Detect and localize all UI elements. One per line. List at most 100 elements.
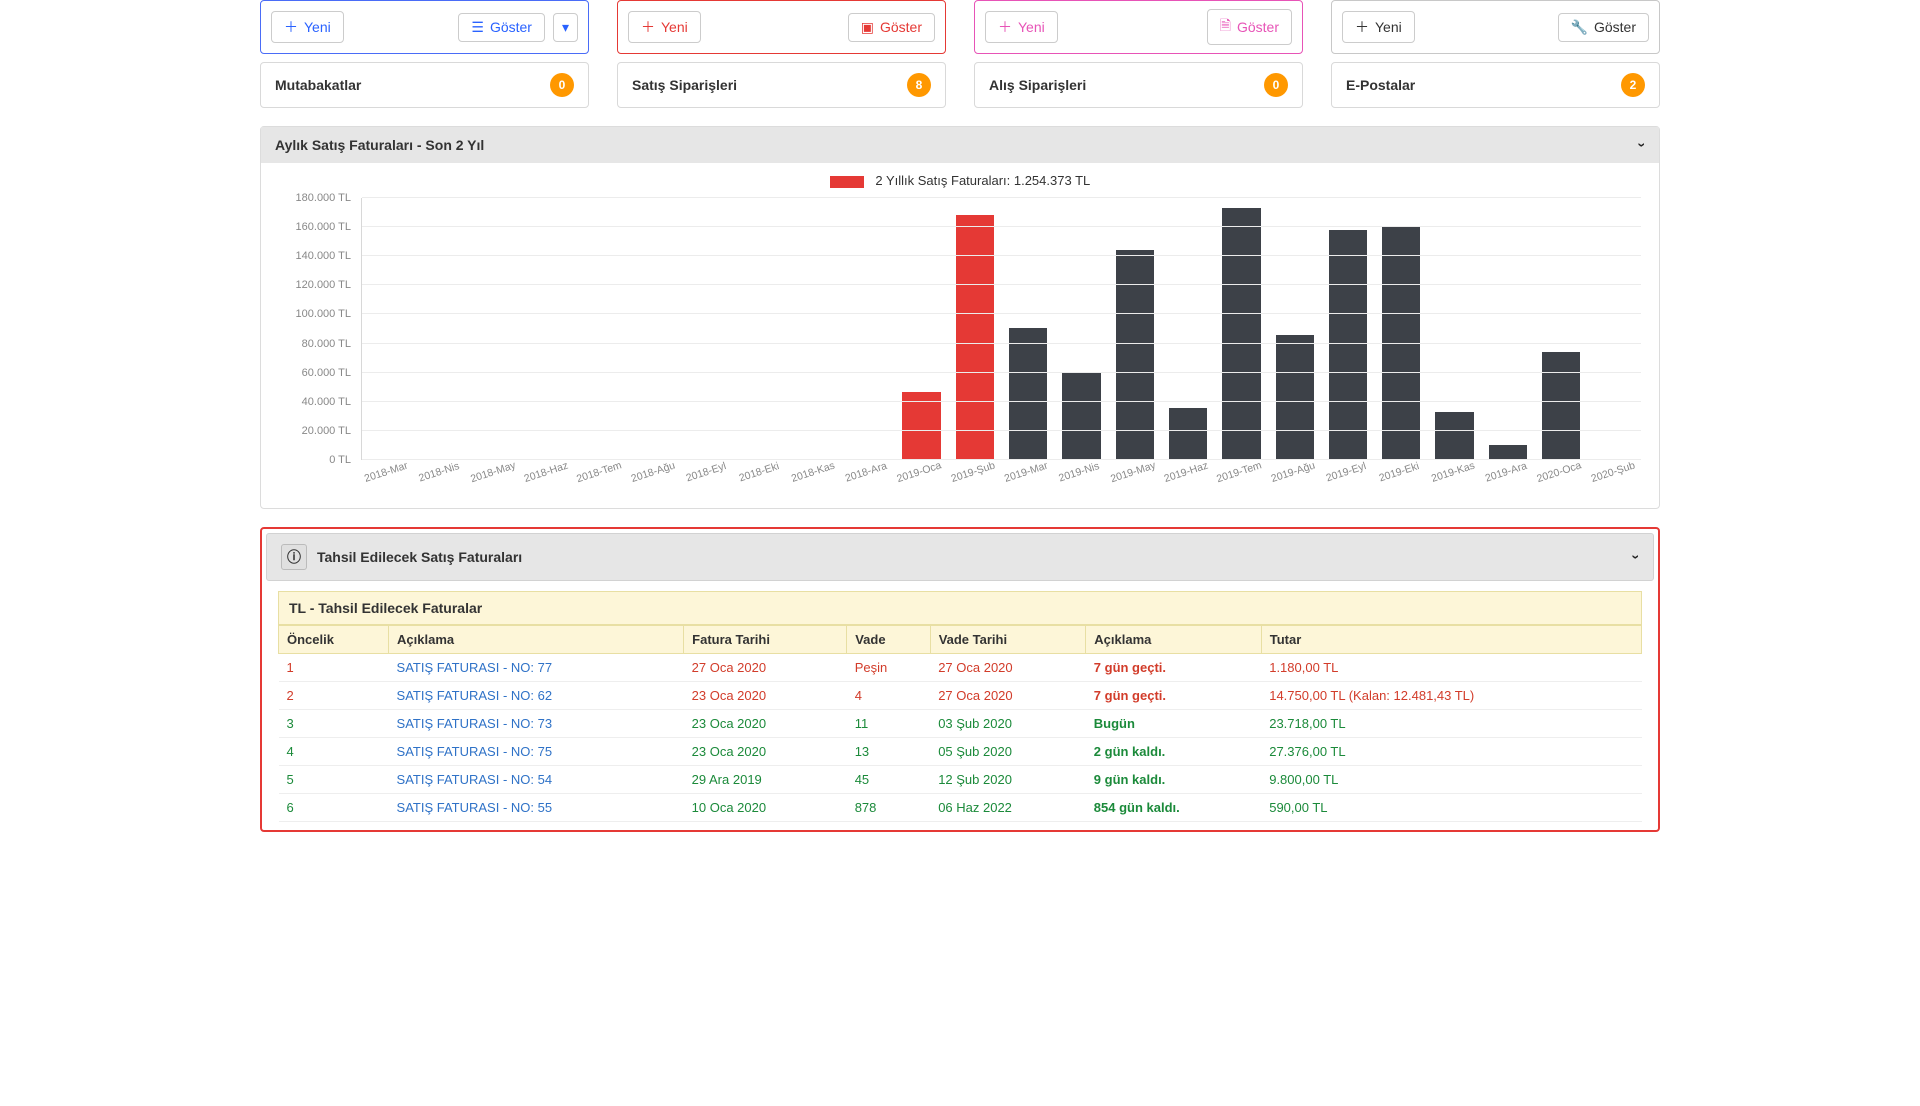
panel-pink: ＋ Yeni 🗎 Göster bbox=[974, 0, 1303, 54]
table-row: 3SATIŞ FATURASI - NO: 7323 Oca 20201103 … bbox=[279, 710, 1642, 738]
bar[interactable] bbox=[1009, 328, 1047, 460]
bar[interactable] bbox=[1489, 445, 1527, 460]
cell-priority: 2 bbox=[279, 682, 389, 710]
cell-status: 7 gün geçti. bbox=[1086, 682, 1261, 710]
x-label: 2019-Eki bbox=[1372, 458, 1433, 507]
chart-panel-header[interactable]: Aylık Satış Faturaları - Son 2 Yıl › bbox=[261, 127, 1659, 163]
invoice-link[interactable]: SATIŞ FATURASI - NO: 54 bbox=[389, 766, 684, 794]
invoice-link[interactable]: SATIŞ FATURASI - NO: 75 bbox=[389, 738, 684, 766]
bar[interactable] bbox=[956, 215, 994, 460]
wrench-icon: 🔧 bbox=[1571, 19, 1588, 36]
table-header: Tutar bbox=[1261, 626, 1641, 654]
new-label: Yeni bbox=[1018, 19, 1045, 35]
new-label: Yeni bbox=[661, 19, 688, 35]
y-tick: 160.000 TL bbox=[275, 221, 351, 233]
cell-status: Bugün bbox=[1086, 710, 1261, 738]
summary-card-satis-siparisleri[interactable]: Satış Siparişleri 8 bbox=[617, 62, 946, 108]
cell-priority: 5 bbox=[279, 766, 389, 794]
show-label: Göster bbox=[1594, 19, 1636, 35]
image-icon: ▣ bbox=[861, 19, 874, 36]
cell-date: 10 Oca 2020 bbox=[684, 794, 847, 822]
show-button[interactable]: 🗎 Göster bbox=[1207, 9, 1292, 45]
cell-status: 9 gün kaldı. bbox=[1086, 766, 1261, 794]
x-label: 2018-Eyl bbox=[679, 458, 740, 507]
bar[interactable] bbox=[1276, 335, 1314, 460]
y-tick: 20.000 TL bbox=[275, 425, 351, 437]
x-label: 2019-Haz bbox=[1159, 458, 1220, 507]
new-button[interactable]: ＋ Yeni bbox=[271, 11, 344, 43]
x-label: 2018-Kas bbox=[786, 458, 847, 507]
receivables-table: ÖncelikAçıklamaFatura TarihiVadeVade Tar… bbox=[278, 625, 1642, 822]
y-tick: 40.000 TL bbox=[275, 396, 351, 408]
cell-amount: 14.750,00 TL (Kalan: 12.481,43 TL) bbox=[1261, 682, 1641, 710]
bar[interactable] bbox=[1329, 230, 1367, 460]
summary-card-alis-siparisleri[interactable]: Alış Siparişleri 0 bbox=[974, 62, 1303, 108]
x-label: 2018-Eki bbox=[732, 458, 793, 507]
invoice-link[interactable]: SATIŞ FATURASI - NO: 55 bbox=[389, 794, 684, 822]
y-tick: 100.000 TL bbox=[275, 308, 351, 320]
count-badge: 2 bbox=[1621, 73, 1645, 97]
x-label: 2019-Kas bbox=[1425, 458, 1486, 507]
cell-due-date: 05 Şub 2020 bbox=[930, 738, 1086, 766]
cell-due: 13 bbox=[847, 738, 930, 766]
chevron-down-icon: › bbox=[1635, 143, 1651, 148]
count-badge: 0 bbox=[1264, 73, 1288, 97]
bar[interactable] bbox=[1222, 208, 1260, 460]
x-label: 2019-Ağu bbox=[1265, 458, 1326, 507]
receivables-panel-title: Tahsil Edilecek Satış Faturaları bbox=[317, 549, 522, 565]
summary-card-epostalar[interactable]: E-Postalar 2 bbox=[1331, 62, 1660, 108]
bar[interactable] bbox=[1542, 352, 1580, 460]
summary-title: Alış Siparişleri bbox=[989, 77, 1086, 93]
cell-date: 29 Ara 2019 bbox=[684, 766, 847, 794]
bar[interactable] bbox=[902, 392, 940, 460]
summary-title: Satış Siparişleri bbox=[632, 77, 737, 93]
y-tick: 120.000 TL bbox=[275, 279, 351, 291]
x-label: 2018-Haz bbox=[519, 458, 580, 507]
plus-icon: ＋ bbox=[284, 17, 298, 37]
info-icon: ⓘ bbox=[281, 544, 307, 570]
x-label: 2018-May bbox=[466, 458, 527, 507]
x-label: 2018-Ağu bbox=[626, 458, 687, 507]
invoice-link[interactable]: SATIŞ FATURASI - NO: 62 bbox=[389, 682, 684, 710]
cell-amount: 590,00 TL bbox=[1261, 794, 1641, 822]
bar-chart: 0 TL20.000 TL40.000 TL60.000 TL80.000 TL… bbox=[275, 194, 1645, 494]
chart-legend-text: 2 Yıllık Satış Faturaları: 1.254.373 TL bbox=[875, 173, 1090, 188]
panel-blue: ＋ Yeni ☰ Göster ▾ bbox=[260, 0, 589, 54]
show-button[interactable]: ▣ Göster bbox=[848, 13, 935, 42]
cell-date: 23 Oca 2020 bbox=[684, 710, 847, 738]
cell-date: 23 Oca 2020 bbox=[684, 682, 847, 710]
cell-status: 7 gün geçti. bbox=[1086, 654, 1261, 682]
dropdown-toggle[interactable]: ▾ bbox=[553, 13, 578, 42]
cell-amount: 9.800,00 TL bbox=[1261, 766, 1641, 794]
cell-priority: 6 bbox=[279, 794, 389, 822]
bar[interactable] bbox=[1062, 373, 1100, 460]
x-label: 2018-Tem bbox=[572, 458, 633, 507]
invoice-link[interactable]: SATIŞ FATURASI - NO: 77 bbox=[389, 654, 684, 682]
x-label: 2019-Şub bbox=[946, 458, 1007, 507]
summary-card-mutabakatlar[interactable]: Mutabakatlar 0 bbox=[260, 62, 589, 108]
cell-due: Peşin bbox=[847, 654, 930, 682]
bar[interactable] bbox=[1169, 408, 1207, 460]
bar[interactable] bbox=[1435, 412, 1473, 460]
count-badge: 8 bbox=[907, 73, 931, 97]
bar[interactable] bbox=[1116, 250, 1154, 460]
receivables-table-title: TL - Tahsil Edilecek Faturalar bbox=[278, 591, 1642, 625]
cell-priority: 1 bbox=[279, 654, 389, 682]
invoice-link[interactable]: SATIŞ FATURASI - NO: 73 bbox=[389, 710, 684, 738]
y-tick: 80.000 TL bbox=[275, 338, 351, 350]
new-button[interactable]: ＋ Yeni bbox=[1342, 11, 1415, 43]
chevron-down-icon: › bbox=[1629, 555, 1645, 560]
y-tick: 60.000 TL bbox=[275, 367, 351, 379]
new-button[interactable]: ＋ Yeni bbox=[985, 11, 1058, 43]
cell-due-date: 06 Haz 2022 bbox=[930, 794, 1086, 822]
cell-amount: 23.718,00 TL bbox=[1261, 710, 1641, 738]
new-button[interactable]: ＋ Yeni bbox=[628, 11, 701, 43]
show-button[interactable]: ☰ Göster bbox=[458, 13, 545, 42]
show-label: Göster bbox=[880, 19, 922, 35]
cell-status: 854 gün kaldı. bbox=[1086, 794, 1261, 822]
receivables-panel-header[interactable]: ⓘ Tahsil Edilecek Satış Faturaları › bbox=[266, 533, 1654, 581]
cell-priority: 3 bbox=[279, 710, 389, 738]
x-label: 2019-May bbox=[1105, 458, 1166, 507]
show-button[interactable]: 🔧 Göster bbox=[1558, 13, 1649, 42]
x-label: 2018-Mar bbox=[359, 458, 420, 507]
